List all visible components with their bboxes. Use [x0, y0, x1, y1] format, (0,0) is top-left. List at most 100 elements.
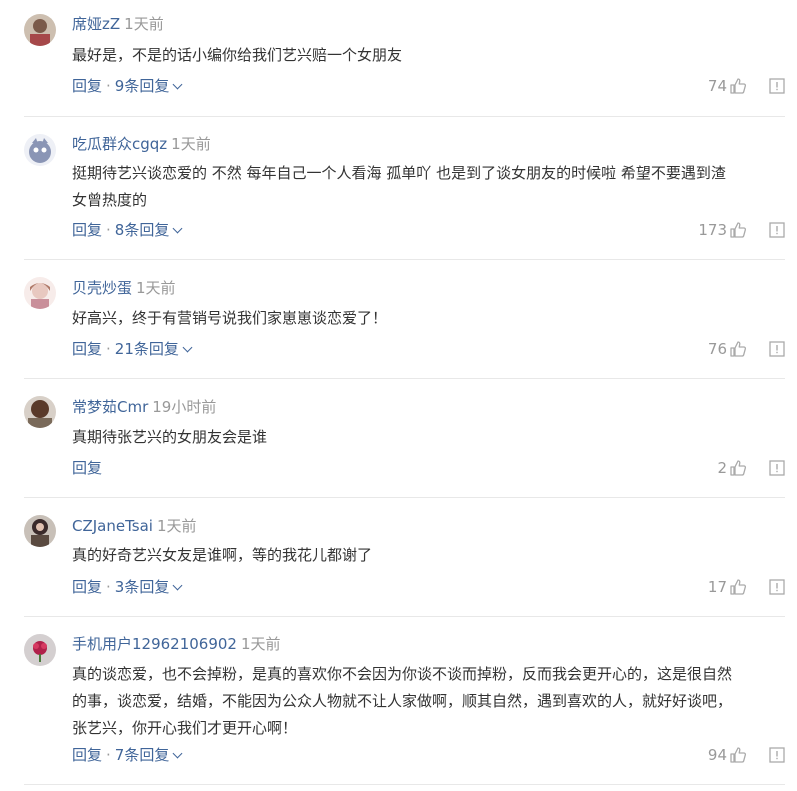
avatar[interactable] [24, 14, 56, 46]
comment-text: 真期待张艺兴的女朋友会是谁 [72, 424, 784, 451]
comment-tools: 94 [708, 745, 785, 765]
comment-text: 好高兴，终于有营销号说我们家崽崽谈恋爱了！ [72, 305, 784, 332]
report-icon[interactable] [769, 222, 785, 238]
comment-actions: 回复 · 9条回复 [72, 76, 183, 96]
separator-dot: · [106, 221, 111, 239]
report-icon[interactable] [769, 579, 785, 595]
comment-tools: 76 [708, 339, 785, 359]
comment-meta: 贝壳炒蛋 1天前 [72, 278, 176, 298]
comment-tools: 2 [717, 458, 785, 478]
comment-time: 1天前 [240, 635, 281, 653]
view-replies-button[interactable]: 7条回复 [114, 746, 183, 764]
divider [24, 378, 785, 379]
reply-button[interactable]: 回复 [72, 578, 102, 596]
reply-button[interactable]: 回复 [72, 746, 102, 764]
chevron-down-icon [172, 79, 183, 90]
comment-text: 真的谈恋爱，也不会掉粉，是真的喜欢你不会因为你谈不谈而掉粉，反而我会更开心的，这… [72, 661, 784, 742]
comment-meta: CZJaneTsai 1天前 [72, 516, 197, 536]
reply-button[interactable]: 回复 [72, 221, 102, 239]
comment-tools: 173 [698, 220, 785, 240]
view-replies-button[interactable]: 3条回复 [114, 578, 183, 596]
like-count: 2 [717, 459, 727, 477]
chevron-down-icon [182, 342, 193, 353]
username[interactable]: 席娅zZ [72, 15, 120, 33]
comment-meta: 席娅zZ 1天前 [72, 14, 164, 34]
comment-text: 挺期待艺兴谈恋爱的 不然 每年自己一个人看海 孤单吖 也是到了谈女朋友的时候啦 … [72, 160, 784, 214]
comment-meta: 吃瓜群众cgqz 1天前 [72, 134, 211, 154]
comment-time: 1天前 [136, 279, 176, 297]
view-replies-label: 7条回复 [114, 746, 170, 764]
like-count: 74 [707, 77, 727, 95]
view-replies-label: 9条回复 [114, 77, 170, 95]
comment-time: 1天前 [124, 15, 164, 33]
divider [24, 616, 785, 617]
avatar[interactable] [24, 277, 56, 309]
avatar[interactable] [24, 134, 56, 166]
divider [24, 116, 785, 117]
username[interactable]: 吃瓜群众cgqz [72, 135, 167, 153]
username[interactable]: 手机用户12962106902 [72, 635, 237, 653]
thumbs-up-icon[interactable] [729, 340, 747, 358]
comment-text-line: 女曾热度的 [72, 191, 148, 209]
thumbs-up-icon[interactable] [729, 77, 747, 95]
reply-button[interactable]: 回复 [72, 340, 102, 358]
comment-time: 19小时前 [152, 398, 217, 416]
avatar[interactable] [24, 396, 56, 428]
comment-actions: 回复 · 7条回复 [72, 745, 183, 765]
thumbs-up-icon[interactable] [729, 221, 747, 239]
avatar[interactable] [24, 634, 56, 666]
view-replies-button[interactable]: 8条回复 [114, 221, 183, 239]
separator-dot: · [106, 77, 111, 95]
chevron-down-icon [172, 580, 183, 591]
report-icon[interactable] [769, 747, 785, 763]
comment-text: 真的好奇艺兴女友是谁啊，等的我花儿都谢了 [72, 542, 784, 569]
comment-tools: 74 [708, 76, 785, 96]
comment-time: 1天前 [156, 517, 197, 535]
like-count: 94 [707, 746, 727, 764]
thumbs-up-icon[interactable] [729, 459, 747, 477]
thumbs-up-icon[interactable] [729, 746, 747, 764]
report-icon[interactable] [769, 341, 785, 357]
like-count: 76 [707, 340, 727, 358]
username[interactable]: 常梦茹Cmr [72, 398, 148, 416]
divider [24, 497, 785, 498]
report-icon[interactable] [769, 78, 785, 94]
like-count: 17 [707, 578, 727, 596]
comment-actions: 回复 [72, 458, 102, 478]
comment-text: 最好是，不是的话小编你给我们艺兴赔一个女朋友 [72, 42, 784, 69]
comment-time: 1天前 [171, 135, 211, 153]
comment-actions: 回复 · 3条回复 [72, 577, 183, 597]
chevron-down-icon [172, 748, 183, 759]
comment-text-line: 最好是，不是的话小编你给我们艺兴赔一个女朋友 [72, 46, 403, 64]
separator-dot: · [106, 578, 111, 596]
comment-text-line: 真期待张艺兴的女朋友会是谁 [72, 428, 268, 446]
like-count: 173 [698, 221, 727, 239]
chevron-down-icon [172, 223, 183, 234]
comment-actions: 回复 · 8条回复 [72, 220, 183, 240]
report-icon[interactable] [769, 460, 785, 476]
view-replies-label: 21条回复 [114, 340, 179, 358]
username[interactable]: 贝壳炒蛋 [72, 279, 132, 297]
avatar[interactable] [24, 515, 56, 547]
comment-text-line: 的事，谈恋爱，结婚，不能因为公众人物就不让人家做啊，顺其自然，遇到喜欢的人，就好… [72, 692, 733, 710]
comment-text-line: 挺期待艺兴谈恋爱的 不然 每年自己一个人看海 孤单吖 也是到了谈女朋友的时候啦 … [72, 164, 726, 182]
comment-meta: 手机用户12962106902 1天前 [72, 634, 281, 654]
separator-dot: · [106, 746, 111, 764]
divider [24, 259, 785, 260]
comment-text-line: 好高兴，终于有营销号说我们家崽崽谈恋爱了！ [72, 309, 388, 327]
reply-button[interactable]: 回复 [72, 77, 102, 95]
view-replies-label: 8条回复 [114, 221, 170, 239]
comment-text-line: 真的好奇艺兴女友是谁啊，等的我花儿都谢了 [72, 546, 373, 564]
view-replies-label: 3条回复 [114, 578, 170, 596]
thumbs-up-icon[interactable] [729, 578, 747, 596]
divider [24, 784, 785, 785]
comment-text-line: 真的谈恋爱，也不会掉粉，是真的喜欢你不会因为你谈不谈而掉粉，反而我会更开心的，这… [72, 665, 733, 683]
username[interactable]: CZJaneTsai [72, 517, 153, 535]
view-replies-button[interactable]: 9条回复 [114, 77, 183, 95]
comment-meta: 常梦茹Cmr 19小时前 [72, 397, 216, 417]
comment-actions: 回复 · 21条回复 [72, 339, 193, 359]
view-replies-button[interactable]: 21条回复 [114, 340, 193, 358]
comment-tools: 17 [708, 577, 785, 597]
reply-button[interactable]: 回复 [72, 459, 102, 477]
comment-text-line: 张艺兴，你开心我们才更开心啊！ [72, 719, 298, 737]
